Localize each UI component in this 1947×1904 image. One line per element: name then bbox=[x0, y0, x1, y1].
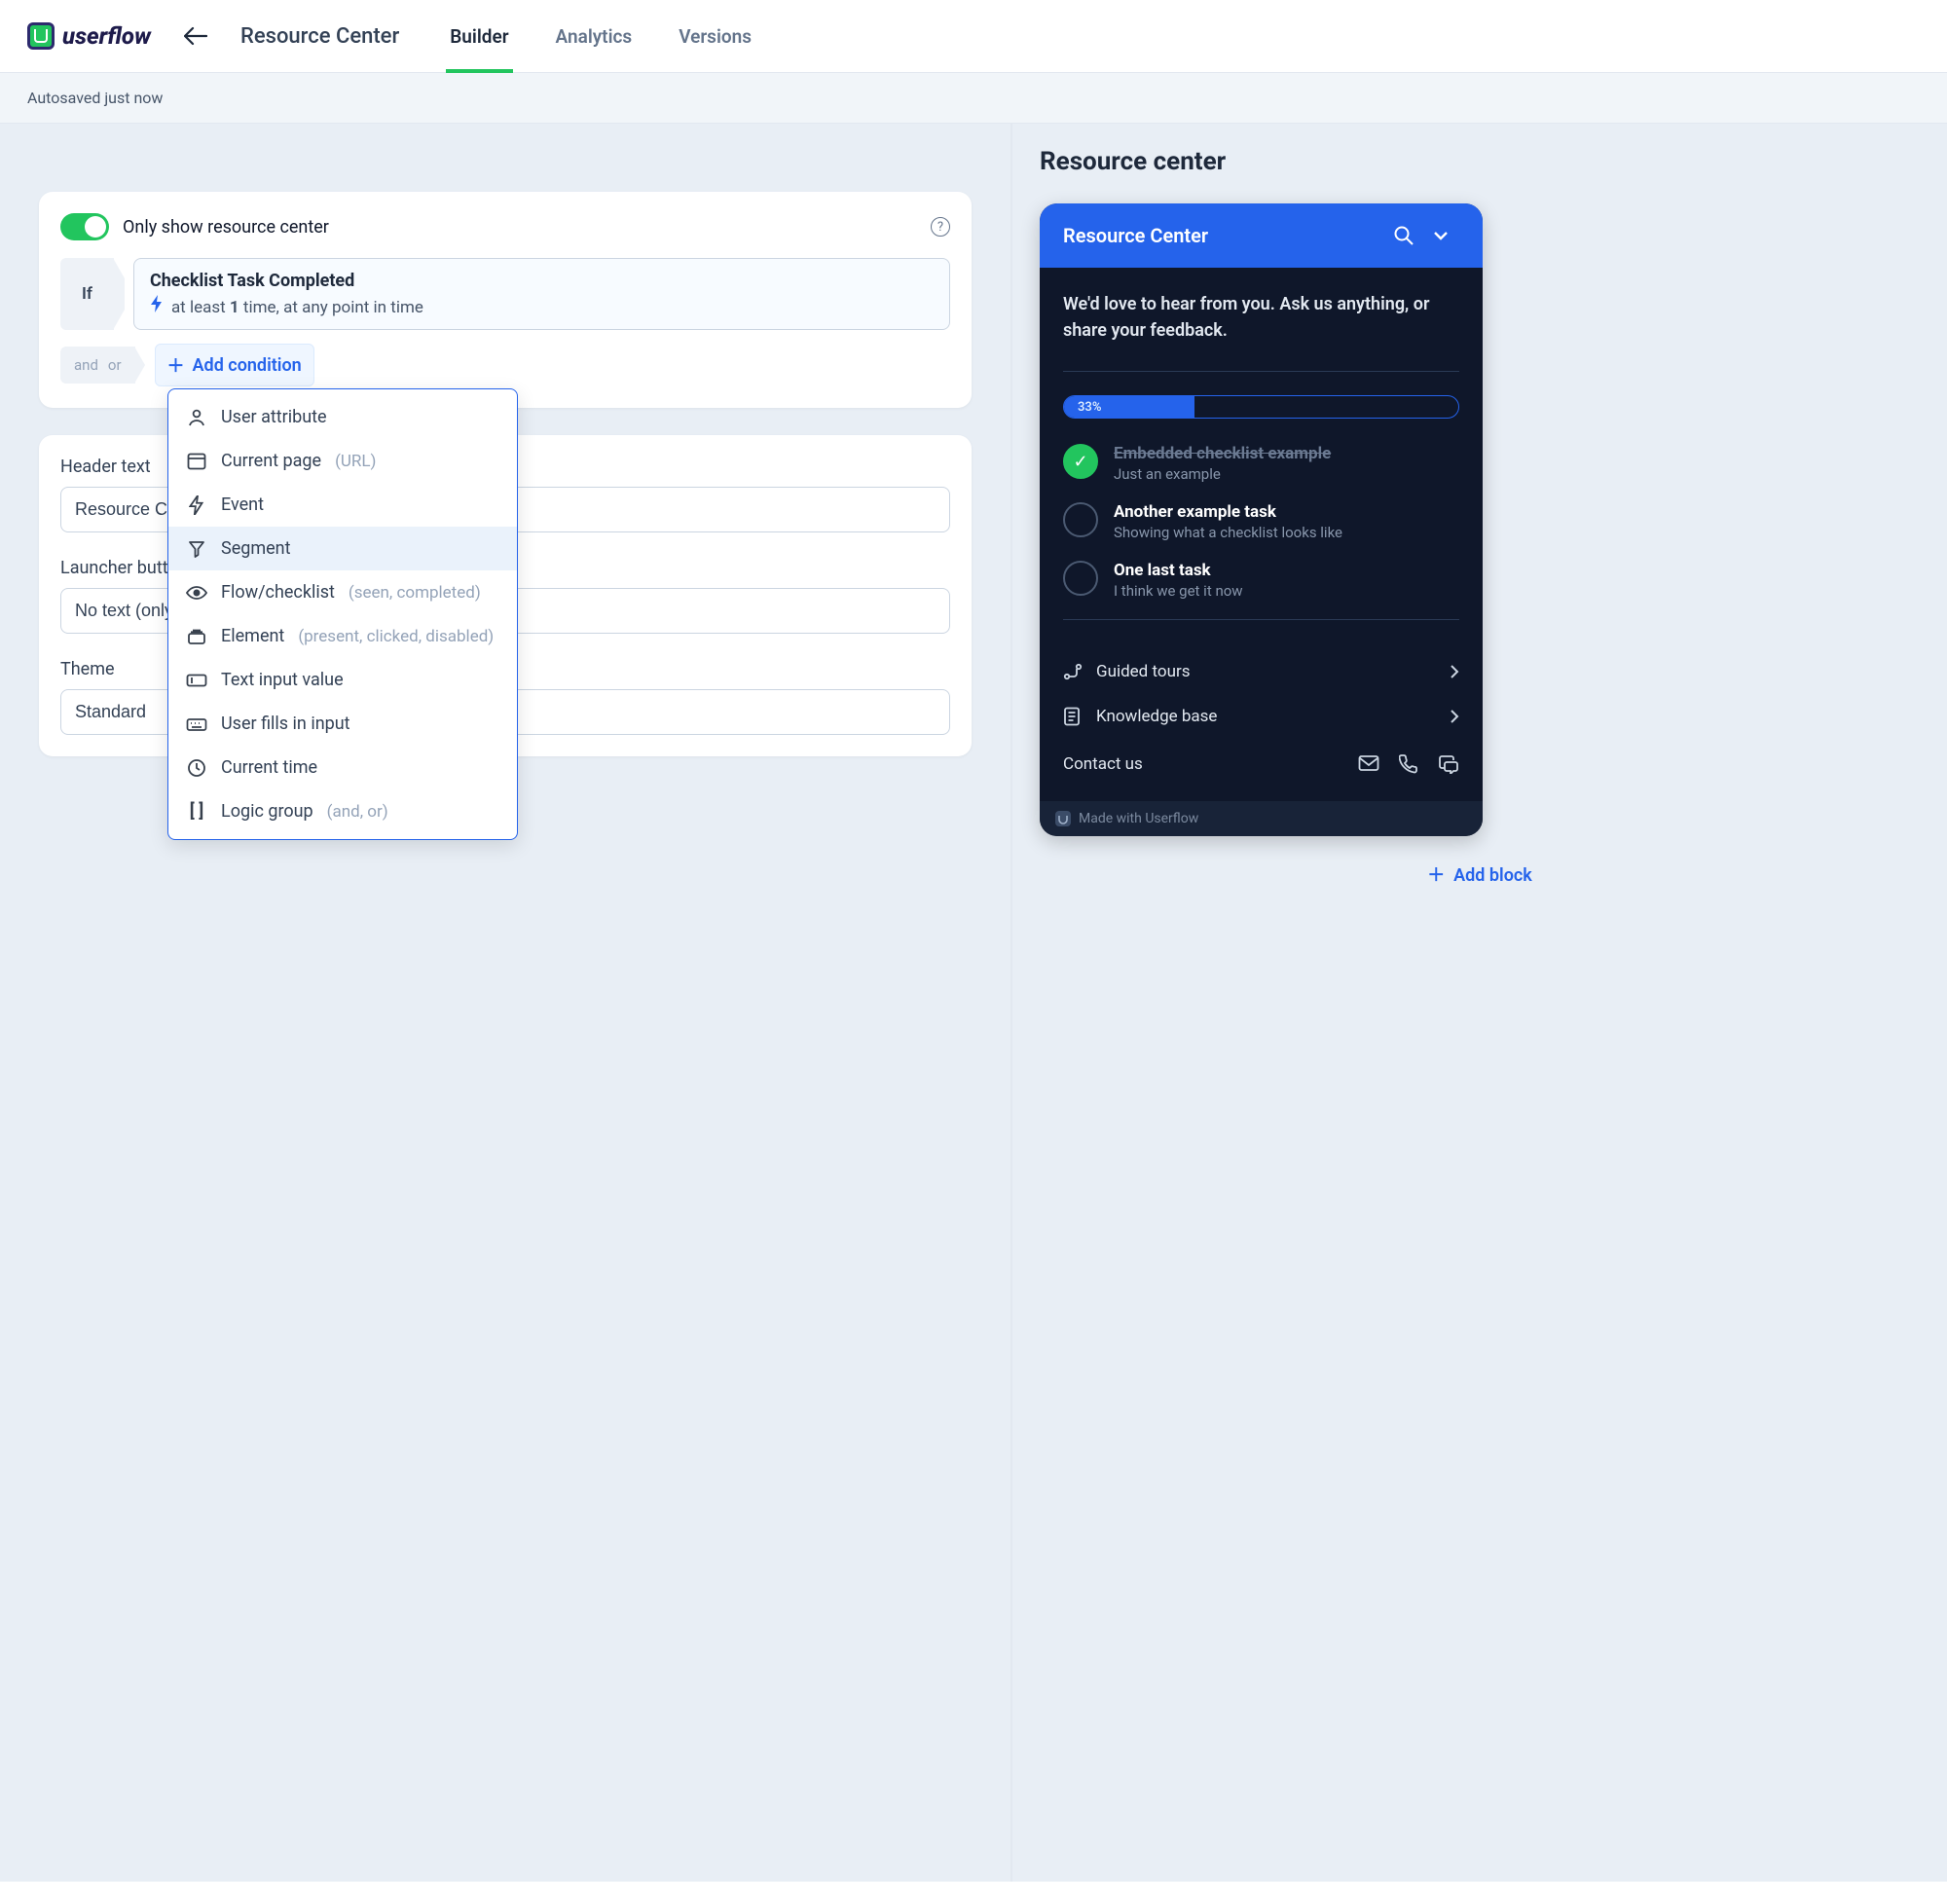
app-header: userflow Resource Center Builder Analyti… bbox=[0, 0, 1947, 73]
brand-name: userflow bbox=[62, 22, 151, 50]
dd-element[interactable]: Element (present, clicked, disabled) bbox=[168, 614, 517, 658]
autosave-status: Autosaved just now bbox=[0, 73, 1947, 124]
task-title: Embedded checklist example bbox=[1114, 444, 1331, 463]
tabs: Builder Analytics Versions bbox=[446, 2, 755, 71]
rc-body: We'd love to hear from you. Ask us anyth… bbox=[1040, 268, 1483, 801]
tab-builder[interactable]: Builder bbox=[446, 2, 512, 71]
rc-footer[interactable]: Made with Userflow bbox=[1040, 801, 1483, 836]
rc-header: Resource Center bbox=[1040, 203, 1483, 268]
help-icon[interactable]: ? bbox=[931, 217, 950, 237]
andor-row: and or ＋ Add condition User attribute Cu… bbox=[60, 344, 950, 386]
divider bbox=[1063, 619, 1459, 620]
filter-icon bbox=[186, 540, 207, 558]
progress-fill: 33% bbox=[1064, 396, 1194, 418]
add-block-label: Add block bbox=[1453, 865, 1532, 886]
add-condition-button[interactable]: ＋ Add condition bbox=[155, 344, 314, 386]
rc-footer-text: Made with Userflow bbox=[1079, 811, 1198, 826]
andor-tag[interactable]: and or bbox=[60, 347, 135, 384]
rc-row-label: Knowledge base bbox=[1096, 707, 1217, 726]
browser-icon bbox=[186, 453, 207, 470]
task-title: Another example task bbox=[1114, 502, 1342, 522]
chat-icon[interactable] bbox=[1438, 754, 1459, 774]
resource-center-widget: Resource Center We'd love to hear from y… bbox=[1040, 203, 1483, 836]
progress-bar: 33% bbox=[1063, 395, 1459, 419]
dd-user-fills-input[interactable]: User fills in input bbox=[168, 702, 517, 746]
search-icon[interactable] bbox=[1385, 221, 1422, 250]
progress-label: 33% bbox=[1078, 400, 1101, 415]
task-row[interactable]: One last task I think we get it now bbox=[1063, 561, 1459, 600]
brand-logo[interactable]: userflow bbox=[27, 22, 151, 50]
divider bbox=[1063, 371, 1459, 372]
clock-icon bbox=[186, 758, 207, 778]
task-row[interactable]: Another example task Showing what a chec… bbox=[1063, 502, 1459, 541]
task-title: One last task bbox=[1114, 561, 1243, 580]
user-icon bbox=[186, 408, 207, 427]
tab-analytics[interactable]: Analytics bbox=[552, 2, 637, 71]
condition-detail: at least 1 time, at any point in time bbox=[150, 295, 934, 317]
plus-icon: ＋ bbox=[1427, 865, 1445, 886]
task-subtitle: Showing what a checklist looks like bbox=[1114, 524, 1342, 541]
condition-row: If Checklist Task Completed at least 1 t… bbox=[60, 258, 950, 330]
plus-icon: ＋ bbox=[167, 352, 185, 378]
preview-title: Resource center bbox=[1040, 147, 1920, 176]
userflow-mark-icon bbox=[1055, 811, 1071, 826]
task-circle-icon bbox=[1063, 561, 1098, 596]
rc-contact-row: Contact us bbox=[1063, 739, 1459, 778]
bolt-icon bbox=[186, 495, 207, 515]
text-field-icon bbox=[186, 674, 207, 687]
visibility-toggle-label: Only show resource center bbox=[123, 217, 917, 238]
rc-headline: We'd love to hear from you. Ask us anyth… bbox=[1063, 291, 1459, 344]
visibility-toggle[interactable] bbox=[60, 213, 109, 240]
check-icon: ✓ bbox=[1063, 444, 1098, 479]
keyboard-icon bbox=[186, 716, 207, 732]
add-condition-label: Add condition bbox=[193, 355, 302, 376]
visibility-card: Only show resource center ? If Checklist… bbox=[39, 192, 972, 408]
preview-panel: Resource center Resource Center We'd lov… bbox=[1012, 124, 1947, 1882]
condition-type-dropdown: User attribute Current page (URL) Event … bbox=[167, 388, 518, 840]
dd-current-page[interactable]: Current page (URL) bbox=[168, 439, 517, 483]
dd-logic-group[interactable]: [ ] Logic group (and, or) bbox=[168, 789, 517, 833]
rc-row-label: Guided tours bbox=[1096, 662, 1191, 681]
builder-panel: Only show resource center ? If Checklist… bbox=[0, 124, 1012, 1882]
back-button[interactable] bbox=[178, 20, 213, 52]
tab-versions[interactable]: Versions bbox=[675, 2, 755, 71]
chevron-right-icon bbox=[1450, 709, 1459, 724]
condition-title: Checklist Task Completed bbox=[150, 271, 934, 291]
dd-user-attribute[interactable]: User attribute bbox=[168, 395, 517, 439]
logo-icon bbox=[27, 22, 55, 50]
dd-segment[interactable]: Segment bbox=[168, 527, 517, 570]
mail-icon[interactable] bbox=[1358, 754, 1379, 774]
rc-header-title: Resource Center bbox=[1063, 224, 1385, 247]
route-icon bbox=[1063, 663, 1083, 680]
eye-icon bbox=[186, 585, 207, 601]
add-block-button[interactable]: ＋ Add block bbox=[1040, 861, 1920, 887]
task-subtitle: I think we get it now bbox=[1114, 582, 1243, 600]
rc-row-knowledge-base[interactable]: Knowledge base bbox=[1063, 694, 1459, 739]
if-tag: If bbox=[60, 258, 114, 330]
dd-text-input-value[interactable]: Text input value bbox=[168, 658, 517, 702]
brackets-icon: [ ] bbox=[186, 801, 207, 822]
element-icon bbox=[186, 628, 207, 645]
dd-event[interactable]: Event bbox=[168, 483, 517, 527]
chevron-down-icon[interactable] bbox=[1422, 221, 1459, 250]
chevron-right-icon bbox=[1450, 664, 1459, 679]
main: Only show resource center ? If Checklist… bbox=[0, 124, 1947, 1882]
document-icon bbox=[1063, 707, 1083, 726]
task-circle-icon bbox=[1063, 502, 1098, 537]
task-subtitle: Just an example bbox=[1114, 465, 1331, 483]
rc-links: Guided tours Knowledge base Contact us bbox=[1063, 643, 1459, 778]
dd-current-time[interactable]: Current time bbox=[168, 746, 517, 789]
task-row[interactable]: ✓ Embedded checklist example Just an exa… bbox=[1063, 444, 1459, 483]
dd-flow-checklist[interactable]: Flow/checklist (seen, completed) bbox=[168, 570, 517, 614]
rc-row-guided-tours[interactable]: Guided tours bbox=[1063, 649, 1459, 694]
rc-contact-label: Contact us bbox=[1063, 754, 1358, 774]
condition-box[interactable]: Checklist Task Completed at least 1 time… bbox=[133, 258, 950, 330]
phone-icon[interactable] bbox=[1399, 754, 1418, 774]
page-title: Resource Center bbox=[240, 24, 399, 49]
visibility-toggle-row: Only show resource center ? bbox=[60, 213, 950, 240]
arrow-left-icon bbox=[184, 26, 207, 46]
bolt-icon bbox=[150, 295, 164, 312]
